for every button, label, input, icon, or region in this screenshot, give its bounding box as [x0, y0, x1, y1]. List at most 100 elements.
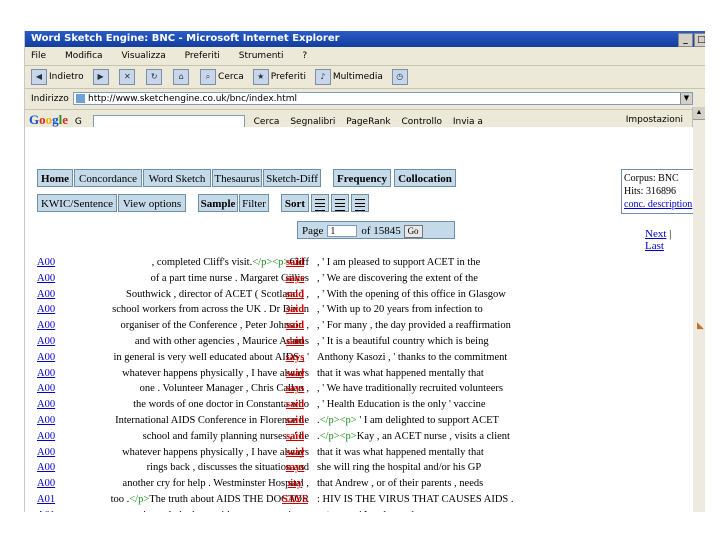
google-check[interactable]: Controllo: [401, 117, 442, 127]
corpus-name: Corpus: BNC: [624, 173, 679, 184]
keyword-link[interactable]: say: [277, 508, 313, 512]
sample-button[interactable]: Sample: [198, 194, 238, 212]
sort-left-icon[interactable]: [311, 194, 329, 212]
keyword-link[interactable]: says: [277, 460, 313, 475]
doc-id-link[interactable]: A00: [37, 397, 55, 412]
page-content: Home Concordance Word Sketch Thesaurus S…: [25, 127, 693, 512]
history-button[interactable]: ◷: [391, 66, 410, 88]
doc-id-link[interactable]: A00: [37, 460, 55, 475]
concordance-row: A00 another cry for help . Westminster Ho…: [25, 476, 693, 491]
history-icon: ◷: [391, 68, 408, 85]
keyword-link[interactable]: said: [277, 318, 313, 333]
back-button[interactable]: ◀ Indietro: [31, 66, 84, 88]
keyword-link[interactable]: said: [277, 445, 313, 460]
page-navigator: Page 1 of 15845 Go: [297, 221, 455, 239]
concordance-row: A00 in general is very well educated abou…: [25, 350, 693, 365]
filter-button[interactable]: Filter: [239, 194, 269, 212]
sort-button[interactable]: Sort: [281, 194, 309, 212]
refresh-button[interactable]: ↻: [146, 66, 164, 88]
keyword-link[interactable]: said: [277, 302, 313, 317]
vertical-scrollbar[interactable]: ▲: [692, 107, 705, 512]
go-button[interactable]: Go: [403, 224, 423, 238]
keyword-link[interactable]: says: [277, 271, 313, 286]
doc-id-link[interactable]: A00: [37, 445, 55, 460]
keyword-link[interactable]: said: [277, 334, 313, 349]
doc-id-link[interactable]: A00: [37, 381, 55, 396]
right-context: , ' With the opening of this office in G…: [317, 288, 506, 300]
doc-id-link[interactable]: A00: [37, 255, 55, 270]
menu-preferiti[interactable]: Preferiti: [185, 51, 220, 61]
sort-right-icon[interactable]: [351, 194, 369, 212]
next-link[interactable]: Next: [645, 228, 666, 240]
kwic-sentence-button[interactable]: KWIC/Sentence: [37, 194, 117, 212]
menu-modifica[interactable]: Modifica: [65, 51, 103, 61]
sketch-diff-tab[interactable]: Sketch-Diff: [263, 169, 321, 187]
media-icon: ♪: [314, 68, 331, 85]
corpus-info-box: Corpus: BNC Hits: 316896 conc. descripti…: [621, 169, 693, 214]
last-link[interactable]: Last: [645, 240, 664, 252]
concordance-row: A00 Southwick , director of ACET ( Scotla…: [25, 287, 693, 302]
concordance-row: A00 the words of one doctor in Constanta …: [25, 397, 693, 412]
slide-marker-icon: ◣: [697, 320, 704, 330]
menu-bar: File Modifica Visualizza Preferiti Strum…: [25, 47, 705, 66]
keyword-link[interactable]: says: [277, 350, 313, 365]
doc-id-link[interactable]: A00: [37, 271, 55, 286]
google-search-button[interactable]: Cerca: [254, 117, 280, 127]
menu-strumenti[interactable]: Strumenti: [239, 51, 284, 61]
google-send[interactable]: Invia a: [453, 117, 483, 127]
view-options-button[interactable]: View options: [118, 194, 186, 212]
multimedia-button[interactable]: ♪ Multimedia: [314, 66, 383, 88]
menu-help[interactable]: ?: [302, 51, 307, 61]
keyword-link[interactable]: said: [277, 255, 313, 270]
right-context: .</p><p> ' It only needs one person to p…: [317, 508, 498, 512]
keyword-link[interactable]: said: [277, 429, 313, 444]
minimize-button[interactable]: _: [678, 33, 693, 47]
page-number-input[interactable]: 1: [327, 225, 358, 238]
right-context: that it was what happened mentally that: [317, 367, 484, 379]
search-button[interactable]: ⌕ Cerca: [200, 66, 244, 88]
word-sketch-tab[interactable]: Word Sketch: [143, 169, 211, 187]
address-dropdown-icon[interactable]: ▼: [680, 93, 692, 104]
forward-button[interactable]: ▶: [92, 66, 111, 88]
favorites-button[interactable]: ★ Preferiti: [252, 66, 306, 88]
menu-visualizza[interactable]: Visualizza: [121, 51, 165, 61]
keyword-link[interactable]: said: [277, 397, 313, 412]
concordance-row: A01 too .</p>The truth about AIDS THE DOC…: [25, 492, 693, 507]
doc-id-link[interactable]: A01: [37, 492, 55, 507]
address-input[interactable]: http://www.sketchengine.co.uk/bnc/index.…: [73, 92, 693, 105]
window-controls: _ □: [677, 32, 705, 48]
keyword-link[interactable]: says: [277, 381, 313, 396]
doc-id-link[interactable]: A00: [37, 287, 55, 302]
keyword-link[interactable]: said: [277, 366, 313, 381]
doc-id-link[interactable]: A00: [37, 476, 55, 491]
keyword-link[interactable]: said: [277, 413, 313, 428]
keyword-link[interactable]: say: [277, 476, 313, 491]
home-button[interactable]: ⌂: [173, 66, 191, 88]
concordance-tab[interactable]: Concordance: [74, 169, 142, 187]
doc-id-link[interactable]: A00: [37, 318, 55, 333]
menu-file[interactable]: File: [31, 51, 46, 61]
google-bookmarks[interactable]: Segnalibri: [290, 117, 335, 127]
home-tab[interactable]: Home: [37, 169, 73, 187]
doc-id-link[interactable]: A00: [37, 366, 55, 381]
doc-id-link[interactable]: A00: [37, 302, 55, 317]
standard-toolbar: ◀ Indietro ▶ ✕ ↻ ⌂ ⌕ Cerca ★ Preferiti ♪ Mul…: [25, 66, 705, 89]
stop-button[interactable]: ✕: [119, 66, 137, 88]
keyword-link[interactable]: SAYS: [277, 492, 313, 507]
keyword-link[interactable]: said: [277, 287, 313, 302]
collocation-button[interactable]: Collocation: [394, 169, 456, 187]
concordance-row: A00, completed Cliff's visit.</p><p>Clif…: [25, 255, 693, 270]
doc-id-link[interactable]: A00: [37, 334, 55, 349]
maximize-button[interactable]: □: [694, 33, 705, 47]
doc-id-link[interactable]: A00: [37, 429, 55, 444]
doc-id-link[interactable]: A00: [37, 350, 55, 365]
scroll-up-icon[interactable]: ▲: [693, 107, 705, 120]
frequency-button[interactable]: Frequency: [333, 169, 391, 187]
thesaurus-tab[interactable]: Thesaurus: [212, 169, 262, 187]
conc-description-link[interactable]: conc. description: [624, 199, 692, 210]
doc-id-link[interactable]: A00: [37, 413, 55, 428]
refresh-icon: ↻: [146, 68, 163, 85]
star-icon: ★: [252, 68, 269, 85]
sort-node-icon[interactable]: [331, 194, 349, 212]
doc-id-link[interactable]: A01: [37, 508, 55, 512]
